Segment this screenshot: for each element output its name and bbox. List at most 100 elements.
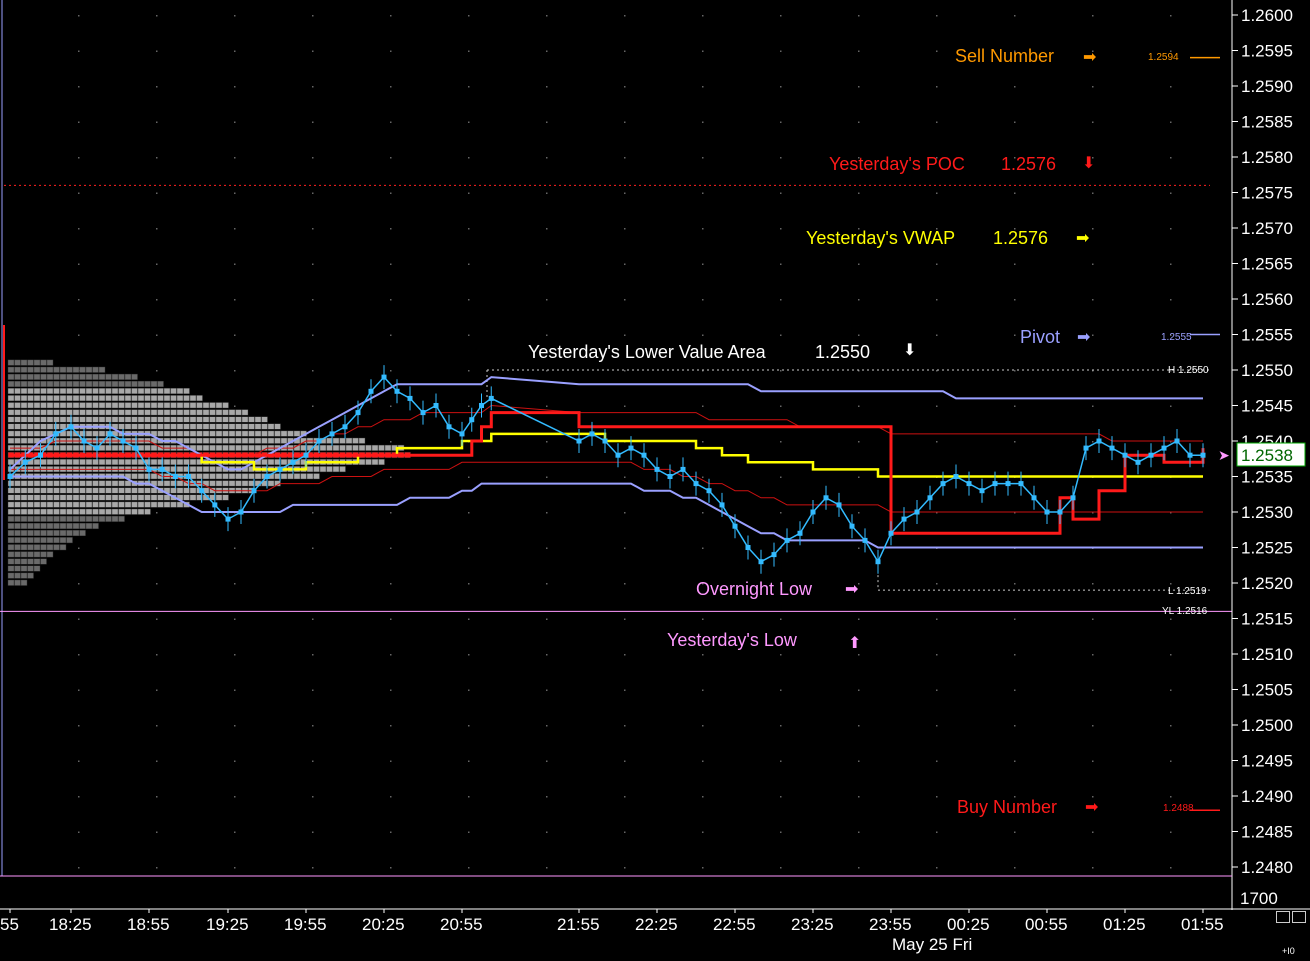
grid-dot bbox=[78, 50, 80, 52]
profile-cell bbox=[144, 423, 151, 430]
grid-dot bbox=[1014, 192, 1016, 194]
profile-cell bbox=[7, 480, 15, 487]
profile-cell bbox=[7, 551, 15, 558]
profile-cell bbox=[46, 544, 54, 551]
grid-dot bbox=[936, 15, 938, 17]
profile-cell bbox=[183, 437, 190, 444]
grid-dot bbox=[312, 760, 314, 762]
profile-cell bbox=[85, 416, 93, 423]
grid-dot bbox=[936, 192, 938, 194]
yesterday-poc-arrow-icon: ⬇ bbox=[1082, 155, 1095, 172]
profile-cell bbox=[118, 487, 125, 494]
profile-cell bbox=[85, 402, 93, 409]
grid-dot bbox=[624, 192, 626, 194]
profile-cell bbox=[72, 444, 80, 451]
grid-dot bbox=[312, 157, 314, 159]
grid-dot bbox=[468, 50, 470, 52]
profile-cell bbox=[79, 530, 86, 536]
price-point bbox=[771, 552, 777, 558]
grid-dot bbox=[1092, 831, 1094, 833]
profile-cell bbox=[46, 381, 54, 387]
profile-cell bbox=[40, 551, 47, 558]
grid-dot bbox=[468, 334, 470, 336]
grid-dot bbox=[78, 228, 80, 230]
profile-cell bbox=[163, 416, 171, 423]
grid-dot bbox=[468, 760, 470, 762]
profile-cell bbox=[33, 515, 41, 522]
grid-dot bbox=[858, 299, 860, 301]
profile-cell bbox=[235, 430, 242, 437]
yesterday-low-tag: YL 1.2516 bbox=[1162, 606, 1208, 617]
price-point bbox=[172, 474, 178, 479]
profile-cell bbox=[144, 494, 151, 501]
profile-cell bbox=[27, 366, 34, 373]
profile-cell bbox=[131, 381, 138, 387]
profile-cell bbox=[59, 480, 67, 487]
grid-dot bbox=[780, 121, 782, 123]
grid-dot bbox=[936, 50, 938, 52]
grid-dot bbox=[1170, 405, 1172, 407]
grid-dot bbox=[1014, 654, 1016, 656]
grid-dot bbox=[546, 760, 548, 762]
date-label: May 25 Fri bbox=[892, 935, 972, 954]
profile-cell bbox=[163, 388, 171, 394]
profile-cell bbox=[157, 381, 164, 387]
grid-dot bbox=[1092, 86, 1094, 88]
profile-cell bbox=[228, 437, 236, 444]
profile-cell bbox=[53, 388, 60, 394]
profile-cell bbox=[85, 409, 93, 416]
profile-cell bbox=[14, 551, 21, 558]
profile-cell bbox=[7, 487, 15, 494]
price-chart[interactable]: Sell Number ➡ 1.2594 Yesterday's POC 1.2… bbox=[0, 0, 1310, 961]
price-point bbox=[862, 537, 868, 543]
minimize-button[interactable] bbox=[1276, 911, 1290, 923]
grid-dot bbox=[312, 50, 314, 52]
profile-cell bbox=[7, 409, 15, 416]
price-point bbox=[303, 452, 309, 458]
profile-cell bbox=[326, 466, 333, 473]
profile-cell bbox=[85, 494, 93, 501]
profile-cell bbox=[371, 444, 379, 451]
profile-cell bbox=[118, 402, 125, 409]
price-point bbox=[186, 474, 191, 479]
grid-dot bbox=[1170, 583, 1172, 585]
grid-dot bbox=[390, 299, 392, 301]
profile-cell bbox=[40, 381, 47, 387]
grid-dot bbox=[624, 618, 626, 620]
grid-dot bbox=[780, 405, 782, 407]
profile-cell bbox=[33, 494, 41, 501]
grid-dot bbox=[858, 867, 860, 869]
grid-dot bbox=[1170, 796, 1172, 798]
grid-dot bbox=[390, 192, 392, 194]
price-point bbox=[1174, 438, 1180, 444]
profile-cell bbox=[33, 565, 41, 572]
profile-cell bbox=[92, 459, 99, 465]
price-point bbox=[940, 481, 946, 487]
grid-dot bbox=[1092, 15, 1094, 17]
profile-cell bbox=[254, 437, 262, 444]
grid-dot bbox=[312, 192, 314, 194]
profile-cell bbox=[53, 487, 60, 494]
profile-cell bbox=[267, 459, 275, 465]
profile-cell bbox=[40, 373, 47, 380]
grid-dot bbox=[546, 263, 548, 265]
profile-cell bbox=[40, 416, 47, 423]
profile-cell bbox=[59, 388, 67, 394]
grid-dot bbox=[1170, 760, 1172, 762]
time-tick-label: 22:25 bbox=[635, 915, 678, 934]
time-tick-label: 01:25 bbox=[1103, 915, 1146, 934]
price-tick-label: 1.2580 bbox=[1241, 148, 1293, 167]
profile-cell bbox=[72, 515, 80, 522]
grid-dot bbox=[234, 796, 236, 798]
grid-dot bbox=[1092, 441, 1094, 443]
profile-cell bbox=[7, 388, 15, 394]
profile-cell bbox=[131, 473, 138, 480]
profile-cell bbox=[53, 444, 60, 451]
grid-dot bbox=[156, 86, 158, 88]
maximize-button[interactable] bbox=[1292, 911, 1306, 923]
price-tick-label: 1.2550 bbox=[1241, 361, 1293, 380]
profile-cell bbox=[248, 430, 255, 437]
profile-cell bbox=[27, 487, 34, 494]
profile-cell bbox=[111, 381, 119, 387]
grid-dot bbox=[624, 654, 626, 656]
